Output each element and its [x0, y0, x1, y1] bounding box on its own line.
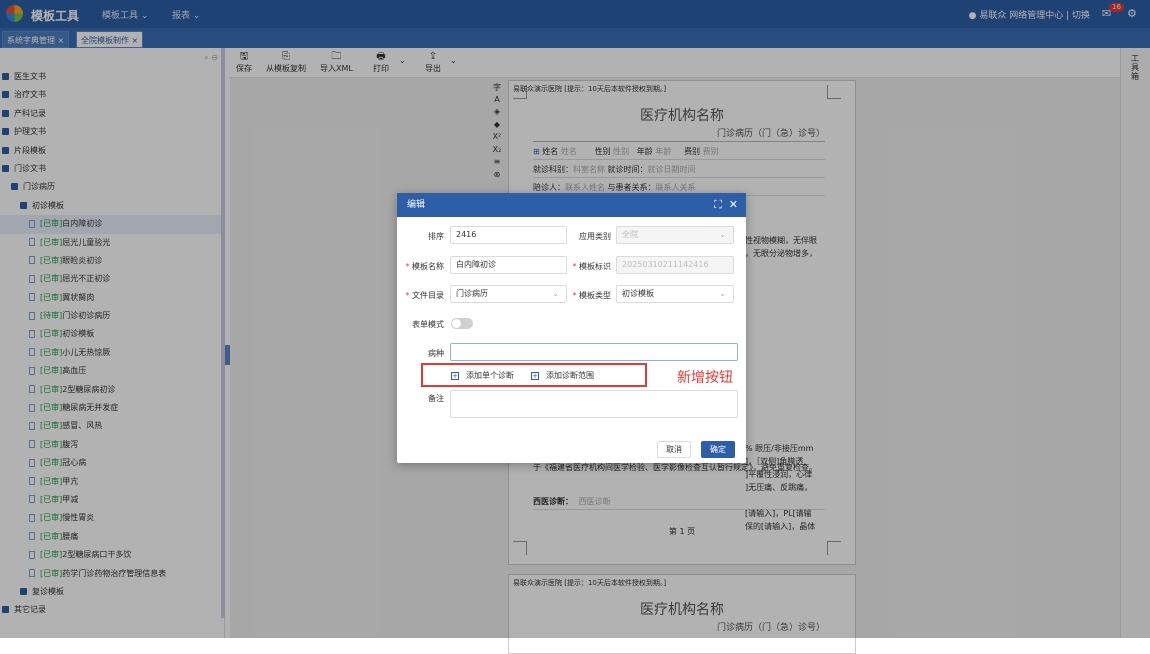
template-type-label: * 模板类型: [572, 291, 611, 300]
dialog-title: 编辑: [407, 200, 426, 210]
template-id-input[interactable]: 20250310211142416: [616, 256, 734, 274]
category-label: 应用类别: [579, 232, 611, 241]
template-id-label: * 模板标识: [572, 262, 611, 271]
edit-dialog: 编辑 ⛶ ✕ 排序 2416 应用类别 全院 ⌄ * 模板名称 白内障初诊 * 模…: [397, 193, 746, 463]
file-dir-label: * 文件目录: [405, 291, 444, 300]
form-mode-label: 表单模式: [412, 320, 444, 329]
maximize-icon[interactable]: ⛶: [714, 198, 722, 211]
chevron-down-icon: ⌄: [719, 230, 726, 239]
remark-textarea[interactable]: [450, 390, 738, 418]
form-mode-toggle[interactable]: [451, 318, 473, 329]
template-type-select[interactable]: 初诊模板 ⌄: [616, 285, 734, 303]
chevron-down-icon: ⌄: [552, 289, 559, 298]
cancel-button[interactable]: 取消: [657, 441, 691, 458]
remark-label: 备注: [428, 394, 444, 403]
chevron-down-icon: ⌄: [719, 289, 726, 298]
close-icon[interactable]: ✕: [729, 198, 738, 211]
file-dir-select[interactable]: 门诊病历 ⌄: [450, 285, 567, 303]
template-name-label: * 模板名称: [405, 262, 444, 271]
annotation-label: 新增按钮: [677, 370, 733, 386]
template-name-input[interactable]: 白内障初诊: [450, 256, 567, 274]
highlight-box: [421, 363, 647, 387]
sort-input[interactable]: 2416: [450, 226, 567, 244]
disease-label: 病种: [428, 349, 444, 358]
category-select[interactable]: 全院 ⌄: [616, 226, 734, 244]
sort-label: 排序: [428, 232, 444, 241]
dialog-header: 编辑 ⛶ ✕: [397, 193, 746, 217]
confirm-button[interactable]: 确定: [701, 441, 735, 458]
disease-input[interactable]: [450, 343, 738, 361]
